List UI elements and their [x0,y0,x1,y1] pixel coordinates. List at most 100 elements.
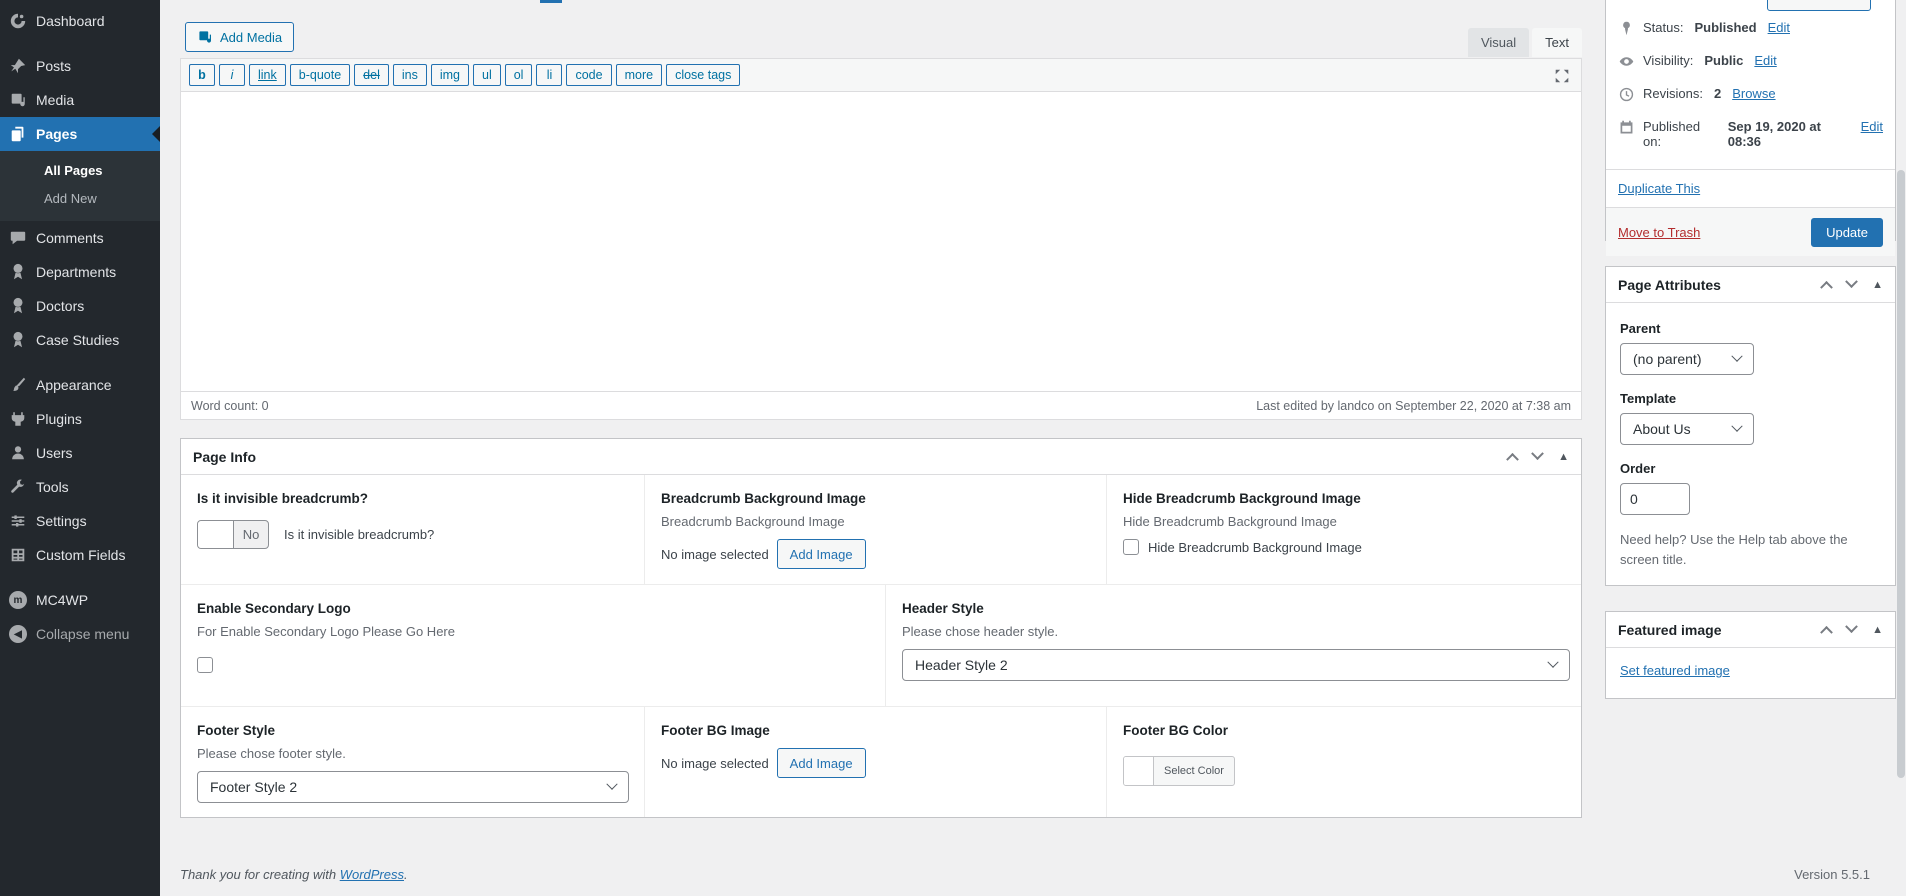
qt-blockquote-button[interactable]: b-quote [290,64,350,86]
add-media-button[interactable]: Add Media [185,22,294,52]
sidebar-item-appearance[interactable]: Appearance [0,368,160,402]
sidebar-item-settings[interactable]: Settings [0,504,160,538]
content-textarea[interactable] [181,91,1581,391]
sidebar-item-comments[interactable]: Comments [0,221,160,255]
qt-more-button[interactable]: more [616,64,662,86]
qt-li-button[interactable]: li [536,64,562,86]
template-select[interactable]: About Us [1620,413,1754,445]
move-up-icon[interactable] [1506,453,1519,466]
revisions-browse-link[interactable]: Browse [1732,86,1775,101]
sidebar-item-pages[interactable]: Pages [0,117,160,151]
preview-changes-button-partial[interactable] [1767,0,1871,11]
select-color-button[interactable]: Select Color [1123,756,1235,786]
add-image-button[interactable]: Add Image [777,539,866,569]
sidebar-item-label: Appearance [36,377,112,393]
status-edit-link[interactable]: Edit [1768,20,1790,35]
dashboard-icon [9,12,27,30]
select-value: Footer Style 2 [210,779,297,795]
active-menu-arrow [146,126,160,142]
calendar-icon [1618,119,1635,136]
sidebar-item-case-studies[interactable]: Case Studies [0,323,160,357]
checkbox-label: Hide Breadcrumb Background Image [1148,540,1362,555]
add-image-button[interactable]: Add Image [777,748,866,778]
footer-style-select[interactable]: Footer Style 2 [197,771,629,803]
sidebar-item-doctors[interactable]: Doctors [0,289,160,323]
qt-del-button[interactable]: del [354,64,389,86]
sidebar-item-users[interactable]: Users [0,436,160,470]
invisible-breadcrumb-toggle[interactable]: No [197,520,269,549]
move-up-icon[interactable] [1820,281,1833,294]
table-icon [9,546,27,564]
sidebar-item-posts[interactable]: Posts [0,49,160,83]
sidebar-item-collapse-menu[interactable]: ◀ Collapse menu [0,617,160,651]
move-to-trash-link[interactable]: Move to Trash [1618,225,1700,240]
chevron-down-icon [1547,657,1558,668]
sidebar-item-plugins[interactable]: Plugins [0,402,160,436]
submenu-item-all-pages[interactable]: All Pages [0,157,160,185]
sidebar-item-tools[interactable]: Tools [0,470,160,504]
brush-icon [9,376,27,394]
move-down-icon[interactable] [1845,275,1858,288]
qt-ol-button[interactable]: ol [505,64,533,86]
wordpress-link[interactable]: WordPress [340,867,404,882]
page-info-row-2: Enable Secondary Logo For Enable Seconda… [181,585,1581,707]
page-attributes-header: Page Attributes ▲ [1606,267,1895,303]
page-attributes-body: Parent (no parent) Template About Us Ord… [1606,303,1895,585]
scrollbar-track[interactable] [1896,0,1906,896]
featured-image-header: Featured image ▲ [1606,612,1895,648]
footer-thanks: Thank you for creating with WordPress. [180,867,408,882]
move-down-icon[interactable] [1531,447,1544,460]
qt-bold-button[interactable]: b [189,64,215,86]
last-edited: Last edited by landco on September 22, 2… [1256,399,1571,413]
sidebar-item-departments[interactable]: Departments [0,255,160,289]
mc4wp-icon: m [9,591,27,609]
plug-icon [9,410,27,428]
toggle-panel-icon[interactable]: ▲ [1872,279,1883,291]
qt-close-tags-button[interactable]: close tags [666,64,740,86]
qt-ins-button[interactable]: ins [393,64,427,86]
toggle-panel-icon[interactable]: ▲ [1872,624,1883,636]
add-media-label: Add Media [220,30,282,45]
tab-visual[interactable]: Visual [1468,28,1529,57]
set-featured-image-link[interactable]: Set featured image [1620,663,1730,678]
sidebar-item-label: Posts [36,58,71,74]
duplicate-section: Duplicate This [1606,169,1895,207]
invisible-breadcrumb-field: Is it invisible breadcrumb? No Is it inv… [181,475,645,584]
sidebar-item-custom-fields[interactable]: Custom Fields [0,538,160,572]
qt-link-button[interactable]: link [249,64,286,86]
sidebar-item-label: Media [36,92,74,108]
field-title: Footer BG Color [1123,723,1565,738]
header-style-select[interactable]: Header Style 2 [902,649,1570,681]
order-input[interactable] [1620,483,1690,515]
submenu-item-add-new[interactable]: Add New [0,185,160,213]
page-attributes-metabox: Page Attributes ▲ Parent (no parent) Tem… [1605,266,1896,586]
media-icon [9,91,27,109]
qt-italic-button[interactable]: i [219,64,245,86]
fullscreen-icon[interactable] [1553,67,1571,85]
update-button[interactable]: Update [1811,218,1883,247]
sidebar-item-dashboard[interactable]: Dashboard [0,4,160,38]
tab-text[interactable]: Text [1532,28,1582,57]
version-text: Version 5.5.1 [1794,867,1870,882]
sidebar-item-label: Dashboard [36,13,105,29]
scrollbar-thumb[interactable] [1897,170,1905,778]
wrench-icon [9,478,27,496]
qt-ul-button[interactable]: ul [473,64,501,86]
sidebar-item-mc4wp[interactable]: m MC4WP [0,583,160,617]
toggle-panel-icon[interactable]: ▲ [1558,451,1569,463]
published-edit-link[interactable]: Edit [1861,119,1883,134]
status-row: Status: Published Edit [1606,16,1895,41]
visibility-edit-link[interactable]: Edit [1754,53,1776,68]
qt-code-button[interactable]: code [566,64,611,86]
move-down-icon[interactable] [1845,620,1858,633]
qt-img-button[interactable]: img [431,64,469,86]
move-up-icon[interactable] [1820,626,1833,639]
sidebar-item-label: Plugins [36,411,82,427]
sidebar-item-media[interactable]: Media [0,83,160,117]
parent-select[interactable]: (no parent) [1620,343,1754,375]
hide-breadcrumb-checkbox[interactable] [1123,539,1139,555]
duplicate-this-link[interactable]: Duplicate This [1618,181,1700,196]
secondary-logo-checkbox[interactable] [197,657,213,673]
select-value: About Us [1633,421,1691,437]
revisions-row: Revisions: 2 Browse [1606,82,1895,107]
